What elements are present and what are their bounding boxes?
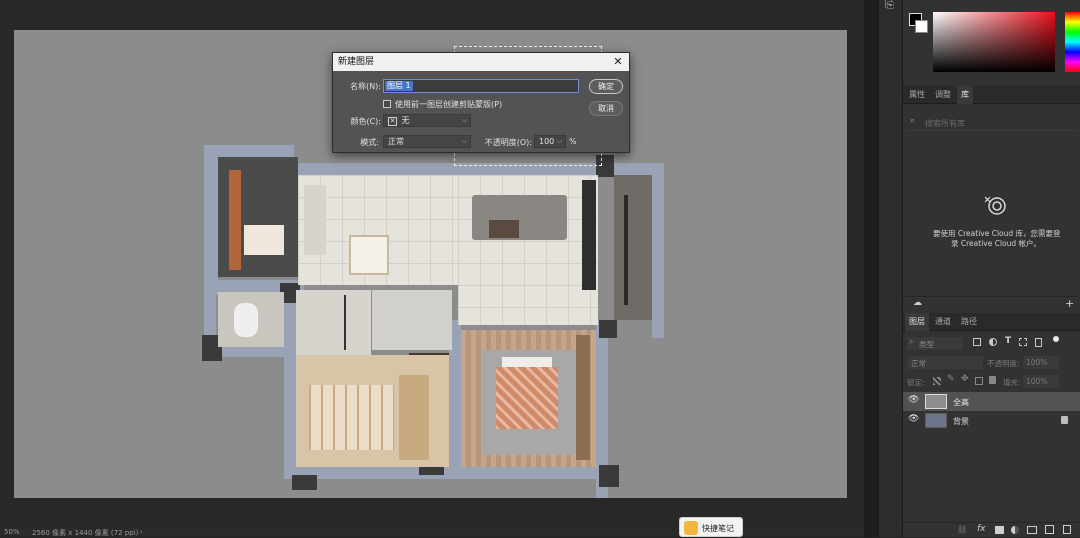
filter-pixel-icon[interactable] (973, 338, 981, 346)
lock-artboard-icon[interactable] (975, 377, 983, 385)
zoom-level[interactable]: 50% (4, 528, 20, 536)
chevron-down-icon: ⌵ (461, 137, 467, 145)
cancel-button[interactable]: 取消 (589, 101, 623, 116)
clip-mask-label[interactable]: 使用前一图层创建剪贴蒙版(P) (395, 99, 502, 110)
filter-smart-object-icon[interactable] (1035, 338, 1042, 347)
filter-toggle-icon[interactable] (1053, 336, 1059, 342)
quick-note-icon (684, 521, 698, 535)
opacity-unit: % (569, 137, 577, 146)
tab-properties[interactable]: 属性 (905, 86, 929, 104)
layer-name-input[interactable]: 图层 1 (383, 79, 579, 93)
chevron-down-icon: ⌵ (461, 116, 467, 124)
layer-thumbnail (925, 413, 947, 428)
filter-adjustment-icon[interactable] (989, 338, 997, 346)
history-icon[interactable]: ⎘ (885, 0, 894, 12)
collapsed-panels-column: ⎘ (878, 0, 902, 537)
layer-blend-select[interactable]: 正常 (907, 356, 983, 369)
tab-libraries[interactable]: 库 (957, 86, 973, 104)
chevron-down-icon[interactable]: ⌵ (557, 136, 562, 147)
lock-move-icon[interactable]: ✥ (961, 374, 969, 384)
background-swatch[interactable] (915, 20, 928, 33)
lock-brush-icon[interactable]: ✎ (947, 374, 955, 384)
panel-dock-strip (864, 0, 878, 537)
layers-tabbar: 图层 通道 路径 (903, 313, 1080, 331)
library-search-placeholder: 搜索所有库 (925, 119, 965, 128)
library-footer: ☁ + (903, 296, 1080, 310)
quick-note-label: 快捷笔记 (702, 524, 734, 533)
status-arrow-icon[interactable]: › (140, 528, 143, 536)
layer-name[interactable]: 全高 (953, 397, 969, 408)
lock-icon (1061, 416, 1068, 424)
hue-slider[interactable] (1065, 12, 1080, 72)
layer-opacity-input[interactable]: 100% (1023, 356, 1059, 369)
cloud-icon[interactable]: ☁ (913, 298, 922, 308)
layer-row[interactable]: 👁 全高 (903, 392, 1080, 411)
lock-transparent-icon[interactable] (933, 377, 941, 385)
name-label: 名称(N): (350, 82, 381, 91)
search-icon: ⌕ (910, 116, 916, 126)
layer-blend-value: 正常 (911, 359, 926, 368)
layer-filter-label: 类型 (919, 340, 934, 349)
layer-opacity-value: 100% (1026, 358, 1048, 367)
layer-opacity-label: 不透明度: (987, 359, 1020, 368)
color-value: 无 (401, 116, 410, 125)
close-icon[interactable]: ✕ (611, 53, 625, 71)
filter-type-icon[interactable]: T (1005, 336, 1011, 346)
dialog-title: 新建图层 (338, 57, 375, 67)
opacity-input[interactable]: 100 ⌵ (534, 135, 566, 148)
layer-style-icon[interactable]: fx (977, 524, 986, 534)
clip-mask-checkbox[interactable] (383, 100, 391, 108)
ok-button[interactable]: 确定 (589, 79, 623, 94)
layer-name-value: 图层 1 (385, 81, 413, 91)
layers-footer: ⛓ fx (903, 522, 1080, 537)
adjustment-layer-icon[interactable] (1011, 526, 1019, 534)
library-search[interactable]: ⌕ 搜索所有库 (907, 115, 1077, 131)
add-mask-icon[interactable] (995, 526, 1004, 534)
color-panel (903, 0, 1080, 82)
blend-mode-value: 正常 (388, 137, 404, 146)
color-picker-field[interactable] (933, 12, 1055, 72)
opacity-value: 100 (539, 137, 555, 146)
tab-adjustments[interactable]: 调整 (931, 86, 955, 104)
tab-channels[interactable]: 通道 (931, 313, 955, 331)
eye-icon[interactable]: 👁 (908, 414, 919, 424)
mode-label: 模式: (360, 138, 379, 147)
layer-filter-select[interactable]: ⌕ 类型 (907, 337, 963, 350)
search-icon: ⌕ (909, 337, 914, 346)
quick-note-popup[interactable]: 快捷笔记 (679, 517, 743, 537)
new-layer-icon[interactable] (1045, 525, 1054, 534)
library-tabbar: 属性 调整 库 (903, 86, 1080, 104)
no-color-icon: ✕ (388, 117, 397, 126)
lock-label: 锁定: (907, 378, 925, 387)
layer-row[interactable]: 👁 背景 (903, 411, 1080, 430)
link-layers-icon[interactable]: ⛓ (957, 525, 967, 534)
layer-thumbnail (925, 394, 947, 409)
color-label: 颜色(C): (350, 117, 381, 126)
cc-message-line2: 录 Creative Cloud 帐户。 (951, 239, 1042, 248)
color-select[interactable]: ✕ 无 ⌵ (383, 114, 471, 127)
right-panels: 属性 调整 库 ⌕ 搜索所有库 要使用 Creative Cloud 库，您需要… (902, 0, 1080, 537)
new-layer-dialog: 新建图层 ✕ 名称(N): 图层 1 使用前一图层创建剪贴蒙版(P) 颜色(C)… (332, 52, 630, 153)
filter-shape-icon[interactable] (1019, 338, 1027, 346)
layer-name[interactable]: 背景 (953, 416, 969, 427)
new-group-icon[interactable] (1027, 526, 1037, 534)
fill-value: 100% (1026, 377, 1048, 386)
blend-mode-select[interactable]: 正常 ⌵ (383, 135, 471, 148)
eye-icon[interactable]: 👁 (908, 395, 919, 405)
tab-paths[interactable]: 路径 (957, 313, 981, 331)
fill-label: 填充: (1003, 378, 1021, 387)
tab-layers[interactable]: 图层 (905, 313, 929, 331)
add-icon[interactable]: + (1065, 297, 1074, 310)
dialog-titlebar[interactable]: 新建图层 ✕ (333, 53, 629, 71)
opacity-label: 不透明度(O): (484, 138, 532, 147)
lock-all-icon[interactable] (989, 376, 996, 384)
delete-layer-icon[interactable] (1063, 525, 1071, 534)
creative-cloud-icon (983, 195, 1011, 217)
fill-input[interactable]: 100% (1023, 375, 1059, 388)
